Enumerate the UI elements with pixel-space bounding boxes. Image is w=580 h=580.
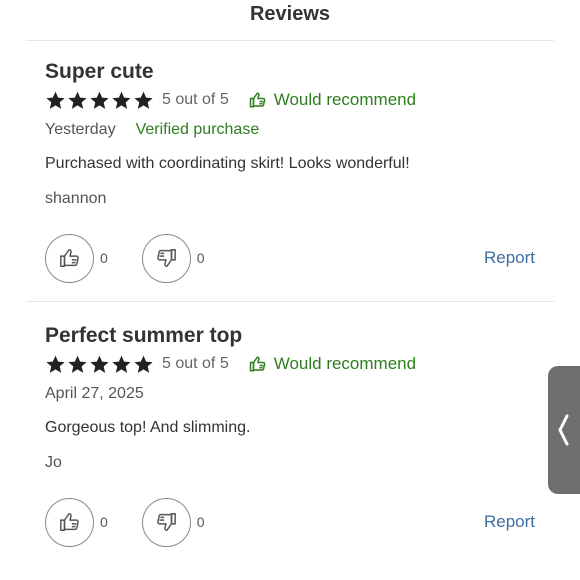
thumbs-down-icon: [157, 513, 177, 531]
recommend-label: Would recommend: [273, 90, 417, 109]
star-icon: [112, 91, 131, 109]
review-divider: [26, 301, 554, 302]
rating-text: 5 out of 5: [162, 91, 229, 108]
thumbs-down-icon: [157, 249, 177, 267]
helpful-count: 0: [100, 250, 108, 266]
helpful-vote: 0: [45, 497, 108, 547]
chevron-left-icon: [558, 414, 569, 446]
header-divider: [26, 40, 554, 41]
star-icon: [90, 355, 109, 373]
star-icon: [68, 355, 87, 373]
star-icon: [112, 355, 131, 373]
thumbs-up-icon: [59, 249, 79, 267]
star-icon: [134, 91, 153, 109]
unhelpful-count: 0: [196, 250, 205, 266]
recommend-badge: Would recommend: [249, 90, 416, 110]
helpful-vote: 0: [45, 233, 108, 283]
review-card: Super cute 5 out of 5 Would recommend Ye…: [45, 58, 545, 283]
unhelpful-vote: 0: [141, 497, 205, 547]
star-icon: [90, 91, 109, 109]
report-link[interactable]: Report: [484, 248, 535, 268]
unhelpful-vote: 0: [141, 233, 205, 283]
review-meta: April 27, 2025: [45, 381, 545, 407]
helpful-button[interactable]: [45, 497, 94, 547]
thumbs-up-icon: [249, 356, 266, 372]
star-icon: [68, 91, 87, 109]
review-author: shannon: [45, 190, 107, 207]
unhelpful-button[interactable]: [141, 497, 191, 547]
review-actions: 0 0 Report: [45, 233, 545, 283]
star-icon: [46, 355, 65, 373]
star-icon: [46, 91, 65, 109]
side-drawer-tab[interactable]: [548, 366, 580, 494]
rating-row: 5 out of 5 Would recommend: [45, 87, 545, 113]
review-title: Perfect summer top: [45, 324, 243, 347]
unhelpful-button[interactable]: [141, 233, 191, 283]
report-link[interactable]: Report: [484, 512, 535, 532]
review-body: Gorgeous top! And slimming.: [45, 419, 251, 436]
thumbs-up-icon: [249, 92, 266, 108]
thumbs-up-icon: [59, 513, 79, 531]
review-meta: Yesterday Verified purchase: [45, 117, 545, 143]
rating-text: 5 out of 5: [162, 355, 229, 372]
star-icon: [134, 355, 153, 373]
recommend-label: Would recommend: [273, 354, 417, 373]
helpful-count: 0: [100, 514, 108, 530]
review-title: Super cute: [45, 60, 154, 83]
review-author: Jo: [45, 454, 62, 471]
review-actions: 0 0 Report: [45, 497, 545, 547]
review-date: April 27, 2025: [45, 385, 144, 402]
verified-purchase-badge: Verified purchase: [135, 121, 260, 138]
helpful-button[interactable]: [45, 233, 94, 283]
star-rating: [45, 90, 154, 111]
recommend-badge: Would recommend: [249, 354, 416, 374]
page-title: Reviews: [249, 3, 331, 25]
rating-row: 5 out of 5 Would recommend: [45, 351, 545, 377]
reviews-header: Reviews: [0, 0, 580, 40]
star-rating: [45, 354, 154, 375]
review-body: Purchased with coordinating skirt! Looks…: [45, 155, 410, 172]
review-card: Perfect summer top 5 out of 5 Would reco…: [45, 322, 545, 547]
review-date: Yesterday: [45, 121, 116, 138]
unhelpful-count: 0: [196, 514, 205, 530]
